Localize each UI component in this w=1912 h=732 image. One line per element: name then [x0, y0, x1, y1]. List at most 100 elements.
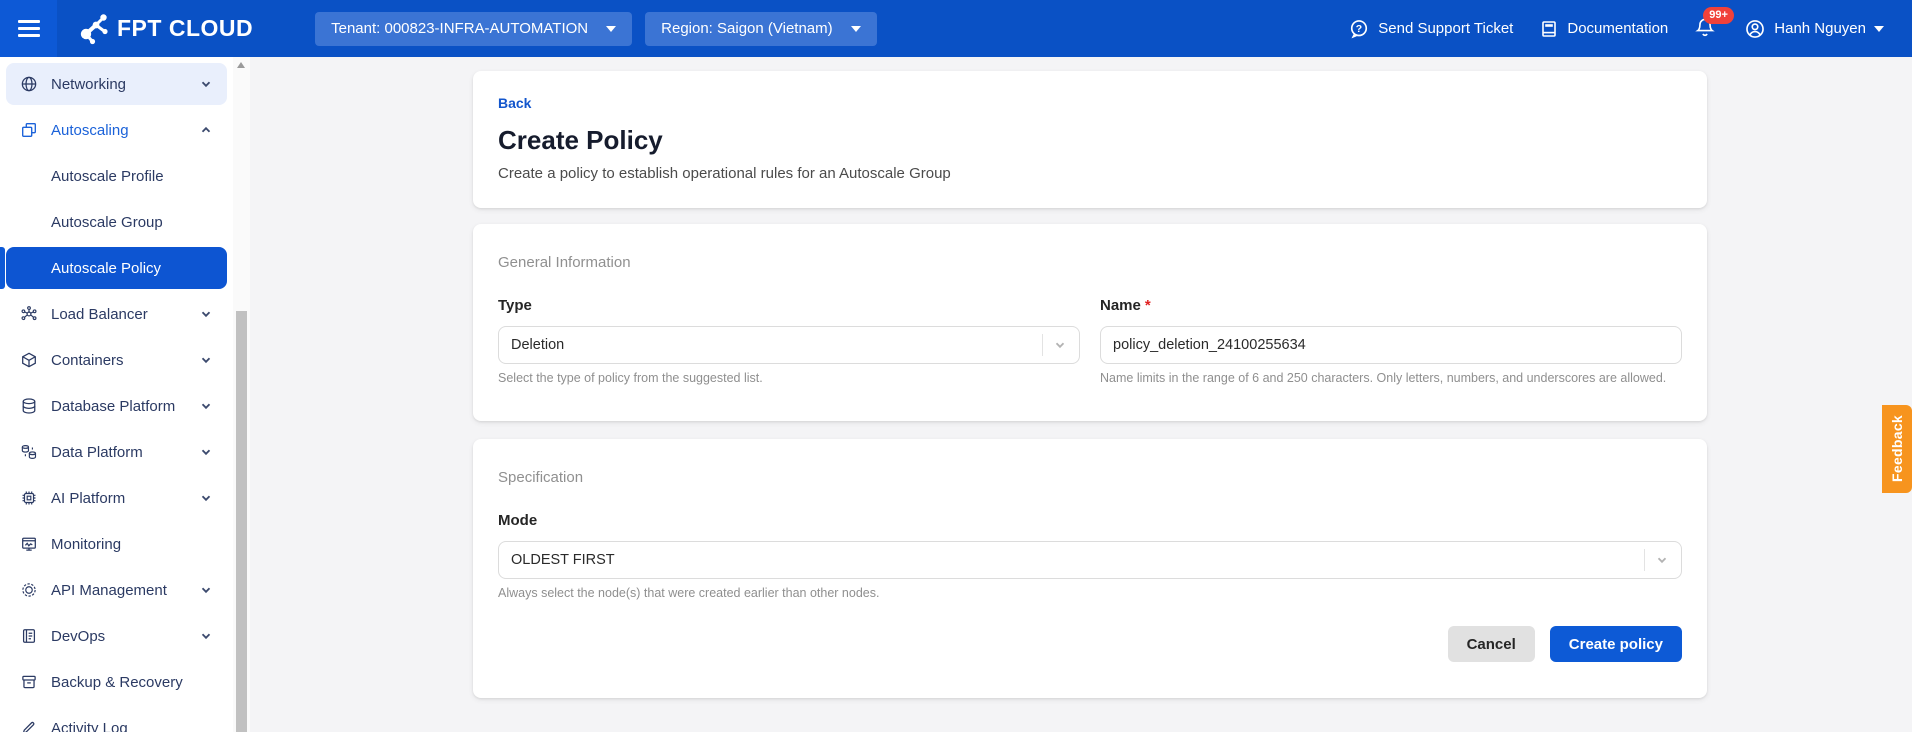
- sidebar-item-label: Containers: [51, 352, 186, 369]
- sidebar-item-devops[interactable]: DevOps: [6, 615, 227, 657]
- sidebar-item-database-platform[interactable]: Database Platform: [6, 385, 227, 427]
- select-divider: [1644, 549, 1645, 571]
- scroll-up-arrow-icon[interactable]: [237, 62, 245, 68]
- top-navbar: FPT CLOUD Tenant: 000823-INFRA-AUTOMATIO…: [0, 0, 1912, 57]
- chevron-down-icon: [199, 307, 213, 321]
- menu-toggle-button[interactable]: [0, 0, 57, 57]
- support-label: Send Support Ticket: [1378, 20, 1513, 37]
- specification-card: Specification Mode OLDEST FIRST Always s…: [473, 439, 1707, 698]
- fpt-molecule-icon: [75, 12, 109, 46]
- globe-icon: [20, 75, 38, 93]
- sidebar-item-load-balancer[interactable]: Load Balancer: [6, 293, 227, 335]
- sidebar-item-autoscale-group[interactable]: Autoscale Group: [6, 201, 227, 243]
- backup-archive-icon: [20, 673, 38, 691]
- brand-logo[interactable]: FPT CLOUD: [75, 12, 253, 46]
- name-input[interactable]: [1100, 326, 1682, 364]
- devops-book-icon: [20, 627, 38, 645]
- sidebar-item-label: Load Balancer: [51, 306, 186, 323]
- sidebar-item-label: Monitoring: [51, 536, 213, 553]
- page-subtitle: Create a policy to establish operational…: [498, 165, 1682, 182]
- type-label: Type: [498, 297, 1080, 314]
- page-header-card: Back Create Policy Create a policy to es…: [473, 71, 1707, 208]
- chevron-down-icon: [199, 77, 213, 91]
- sidebar-item-containers[interactable]: Containers: [6, 339, 227, 381]
- sidebar-item-monitoring[interactable]: Monitoring: [6, 523, 227, 565]
- chevron-down-icon: [199, 445, 213, 459]
- page-title: Create Policy: [498, 125, 1682, 156]
- ai-chip-icon: [20, 489, 38, 507]
- sidebar-scrollbar[interactable]: [233, 57, 250, 732]
- select-divider: [1042, 334, 1043, 356]
- feedback-tab[interactable]: Feedback: [1882, 405, 1912, 493]
- documentation-label: Documentation: [1567, 20, 1668, 37]
- sidebar-item-label: Activity Log: [51, 720, 213, 732]
- containers-icon: [20, 351, 38, 369]
- specification-heading: Specification: [498, 469, 1682, 486]
- sidebar-navigation: NetworkingAutoscalingAutoscale ProfileAu…: [0, 57, 233, 732]
- sidebar-item-label: Backup & Recovery: [51, 674, 213, 691]
- cancel-button[interactable]: Cancel: [1448, 626, 1535, 662]
- sidebar-item-activity-log[interactable]: Activity Log: [6, 707, 227, 732]
- api-gear-icon: [20, 581, 38, 599]
- sidebar-item-label: Autoscale Policy: [51, 260, 161, 277]
- support-chat-question-icon: ?: [1348, 18, 1370, 40]
- user-menu[interactable]: Hanh Nguyen: [1744, 18, 1884, 40]
- chevron-down-icon: [199, 629, 213, 643]
- sidebar-item-label: Networking: [51, 76, 186, 93]
- tenant-label: Tenant: 000823-INFRA-AUTOMATION: [331, 20, 588, 37]
- sidebar-item-api-management[interactable]: API Management: [6, 569, 227, 611]
- chevron-down-icon: [1655, 553, 1669, 567]
- sidebar-item-label: Database Platform: [51, 398, 186, 415]
- brand-text: FPT CLOUD: [117, 15, 253, 42]
- documentation-link[interactable]: Documentation: [1539, 19, 1668, 39]
- chevron-down-icon: [1053, 338, 1067, 352]
- notification-badge: 99+: [1703, 7, 1734, 24]
- sidebar-item-autoscaling[interactable]: Autoscaling: [6, 109, 227, 151]
- back-link[interactable]: Back: [498, 95, 531, 111]
- required-asterisk: *: [1145, 297, 1151, 314]
- sidebar-item-ai-platform[interactable]: AI Platform: [6, 477, 227, 519]
- documentation-book-icon: [1539, 19, 1559, 39]
- mode-helper-text: Always select the node(s) that were crea…: [498, 586, 1682, 600]
- chevron-down-icon: [199, 353, 213, 367]
- sidebar-item-networking[interactable]: Networking: [6, 63, 227, 105]
- mode-field: Mode OLDEST FIRST Always select the node…: [498, 512, 1682, 600]
- chevron-up-icon: [199, 123, 213, 137]
- name-label: Name*: [1100, 297, 1682, 314]
- scrollbar-thumb[interactable]: [236, 311, 247, 732]
- caret-down-icon: [1874, 26, 1884, 32]
- sidebar-item-data-platform[interactable]: Data Platform: [6, 431, 227, 473]
- monitoring-icon: [20, 535, 38, 553]
- type-select-value: Deletion: [511, 337, 1042, 353]
- create-policy-button[interactable]: Create policy: [1550, 626, 1682, 662]
- sidebar-item-autoscale-profile[interactable]: Autoscale Profile: [6, 155, 227, 197]
- type-select[interactable]: Deletion: [498, 326, 1080, 364]
- svg-text:?: ?: [1356, 23, 1362, 34]
- general-information-card: General Information Type Deletion Select…: [473, 224, 1707, 421]
- name-field: Name* Name limits in the range of 6 and …: [1100, 297, 1682, 385]
- send-support-ticket-button[interactable]: ? Send Support Ticket: [1348, 18, 1513, 40]
- sidebar-item-label: DevOps: [51, 628, 186, 645]
- general-information-heading: General Information: [498, 254, 1682, 271]
- database-icon: [20, 397, 38, 415]
- type-field: Type Deletion Select the type of policy …: [498, 297, 1080, 385]
- data-platform-icon: [20, 443, 38, 461]
- sidebar-item-backup-recovery[interactable]: Backup & Recovery: [6, 661, 227, 703]
- load-balancer-icon: [20, 305, 38, 323]
- autoscaling-icon: [20, 121, 38, 139]
- type-helper-text: Select the type of policy from the sugge…: [498, 371, 1080, 385]
- chevron-down-icon: [199, 399, 213, 413]
- hamburger-icon: [18, 20, 40, 37]
- sidebar-item-label: AI Platform: [51, 490, 186, 507]
- caret-down-icon: [606, 26, 616, 32]
- mode-select[interactable]: OLDEST FIRST: [498, 541, 1682, 579]
- tenant-selector[interactable]: Tenant: 000823-INFRA-AUTOMATION: [315, 12, 632, 46]
- notifications-button[interactable]: 99+: [1694, 16, 1718, 42]
- sidebar-item-autoscale-policy[interactable]: Autoscale Policy: [6, 247, 227, 289]
- region-selector[interactable]: Region: Saigon (Vietnam): [645, 12, 877, 46]
- mode-select-value: OLDEST FIRST: [511, 552, 1644, 568]
- mode-label: Mode: [498, 512, 1682, 529]
- user-avatar-icon: [1744, 18, 1766, 40]
- chevron-down-icon: [199, 491, 213, 505]
- chevron-down-icon: [199, 583, 213, 597]
